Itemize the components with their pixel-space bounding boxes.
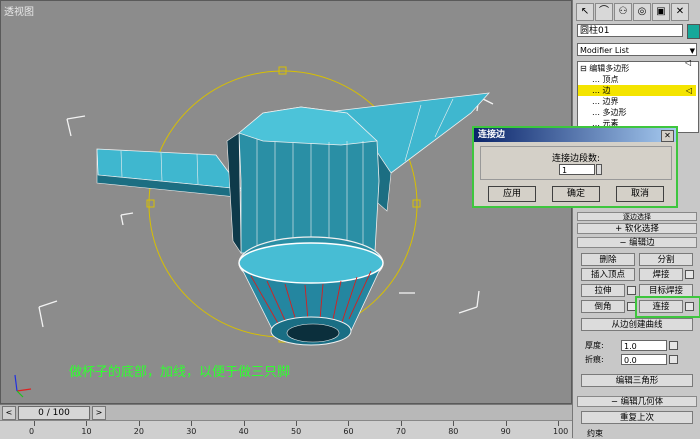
rollout-edit-geometry[interactable]: − 编辑几何体 [577, 396, 697, 407]
pin-icon: ◁ [685, 86, 692, 95]
insert-vertex-button[interactable]: 插入顶点 [581, 268, 635, 281]
time-prev-button[interactable]: < [2, 406, 16, 420]
tutorial-caption: 做杯子的底部，加线，以便于做三只脚 [69, 365, 291, 380]
track-tick [138, 421, 140, 426]
track-tick-label: 10 [81, 427, 92, 436]
track-tick-label: 20 [133, 427, 144, 436]
track-tick-label: 30 [186, 427, 197, 436]
edit-triangulation-button[interactable]: 编辑三角形 [581, 374, 693, 387]
time-next-button[interactable]: > [92, 406, 106, 420]
rollout-partial[interactable]: 逐边选择 [577, 212, 697, 221]
segments-field[interactable]: 1 [559, 164, 595, 175]
trackbar[interactable]: 0 10 20 30 40 50 60 70 80 90 100 [0, 420, 572, 439]
create-shape-button[interactable]: 从边创建曲线 [581, 318, 693, 331]
track-tick [558, 421, 559, 426]
stack-item-edit-poly[interactable]: ⊟ 编辑多边形 [580, 63, 698, 74]
apply-button[interactable]: 应用 [488, 186, 536, 202]
command-panel: ↖ ⌒ ⚇ ◎ ▣ ✕ 圆柱01 Modifier List ▼ ⊟ 编辑多边形 … [572, 0, 700, 438]
motion-tab-icon[interactable]: ◎ [633, 3, 651, 21]
axis-tripod [14, 374, 32, 398]
segments-label: 连接边段数: [551, 154, 601, 164]
stack-item-border[interactable]: … 边界 [592, 96, 698, 107]
track-tick [505, 421, 507, 426]
track-tick [86, 421, 88, 426]
extrude-settings-icon[interactable] [627, 286, 636, 295]
constraints-label: 约束 [587, 429, 603, 438]
rollout-edit-edges[interactable]: − 编辑边 [577, 237, 697, 248]
weld-settings-icon[interactable] [685, 270, 694, 279]
weight-field[interactable]: 1.0 [621, 340, 667, 351]
repeat-last-button[interactable]: 重复上次 [581, 411, 693, 424]
track-tick-label: 80 [448, 427, 459, 436]
track-tick-label: 0 [29, 427, 35, 436]
cup-handle-mesh [96, 148, 242, 198]
track-tick [296, 421, 297, 426]
modifier-list-label: Modifier List [580, 46, 629, 55]
extrude-button[interactable]: 拉伸 [581, 284, 625, 297]
segments-group: 连接边段数: 1 [480, 146, 672, 180]
segments-spinner[interactable] [596, 164, 602, 175]
ok-button[interactable]: 确定 [552, 186, 600, 202]
crease-label: 折痕: [585, 355, 604, 364]
track-tick-label: 70 [395, 427, 406, 436]
time-slider-bar: < 0 / 100 > [0, 404, 572, 421]
track-tick-label: 100 [553, 427, 569, 436]
track-tick-label: 50 [291, 427, 302, 436]
crease-field[interactable]: 0.0 [621, 354, 667, 365]
weld-button[interactable]: 焊接 [639, 268, 683, 281]
dialog-title[interactable]: 连接边 [474, 128, 676, 142]
close-icon[interactable]: ✕ [661, 130, 674, 142]
hierarchy-tab-icon[interactable]: ⚇ [614, 3, 632, 21]
cancel-button[interactable]: 取消 [616, 186, 664, 202]
gizmo-handle-left[interactable] [146, 199, 155, 208]
track-tick [191, 421, 193, 426]
stack-item-vertex[interactable]: … 顶点 [592, 74, 698, 85]
chamfer-button[interactable]: 倒角 [581, 300, 625, 313]
stack-item-polygon[interactable]: … 多边形 [592, 107, 698, 118]
display-tab-icon[interactable]: ▣ [652, 3, 670, 21]
create-tab-icon[interactable]: ↖ [576, 3, 594, 21]
gizmo-handle-top[interactable] [278, 66, 287, 75]
track-tick-label: 40 [238, 427, 249, 436]
modifier-stack[interactable]: ⊟ 编辑多边形 … 顶点 … 边 ◁ … 边界 … 多边形 … 元素 [577, 61, 699, 133]
connect-highlight [635, 296, 700, 318]
track-tick-label: 90 [500, 427, 511, 436]
track-tick [243, 421, 245, 426]
remove-button[interactable]: 删除 [581, 253, 635, 266]
crease-spinner[interactable] [669, 355, 678, 364]
stack-item-edge[interactable]: … 边 ◁ [578, 85, 696, 96]
connect-edges-dialog: 连接边 ✕ 连接边段数: 1 应用 确定 取消 [472, 126, 678, 208]
rollout-soft-selection[interactable]: + 软化选择 [577, 223, 697, 234]
track-tick [400, 421, 402, 426]
object-name-field[interactable]: 圆柱01 [577, 24, 683, 37]
time-slider[interactable]: 0 / 100 [18, 406, 90, 420]
split-button[interactable]: 分割 [639, 253, 693, 266]
weight-spinner[interactable] [669, 341, 678, 350]
track-tick-label: 60 [343, 427, 354, 436]
utilities-tab-icon[interactable]: ✕ [671, 3, 689, 21]
modify-tab-icon[interactable]: ⌒ [595, 3, 613, 21]
track-tick [453, 421, 455, 426]
weight-label: 厚度: [585, 341, 604, 350]
object-color-swatch[interactable] [687, 24, 700, 39]
pin-stack-icon[interactable]: ◁ [685, 57, 699, 68]
modifier-list-dropdown[interactable]: Modifier List ▼ [577, 43, 697, 56]
track-tick [34, 421, 35, 426]
cup-body-mesh [226, 106, 384, 346]
track-tick [348, 421, 350, 426]
viewport-label[interactable]: 透视图 [4, 3, 34, 18]
